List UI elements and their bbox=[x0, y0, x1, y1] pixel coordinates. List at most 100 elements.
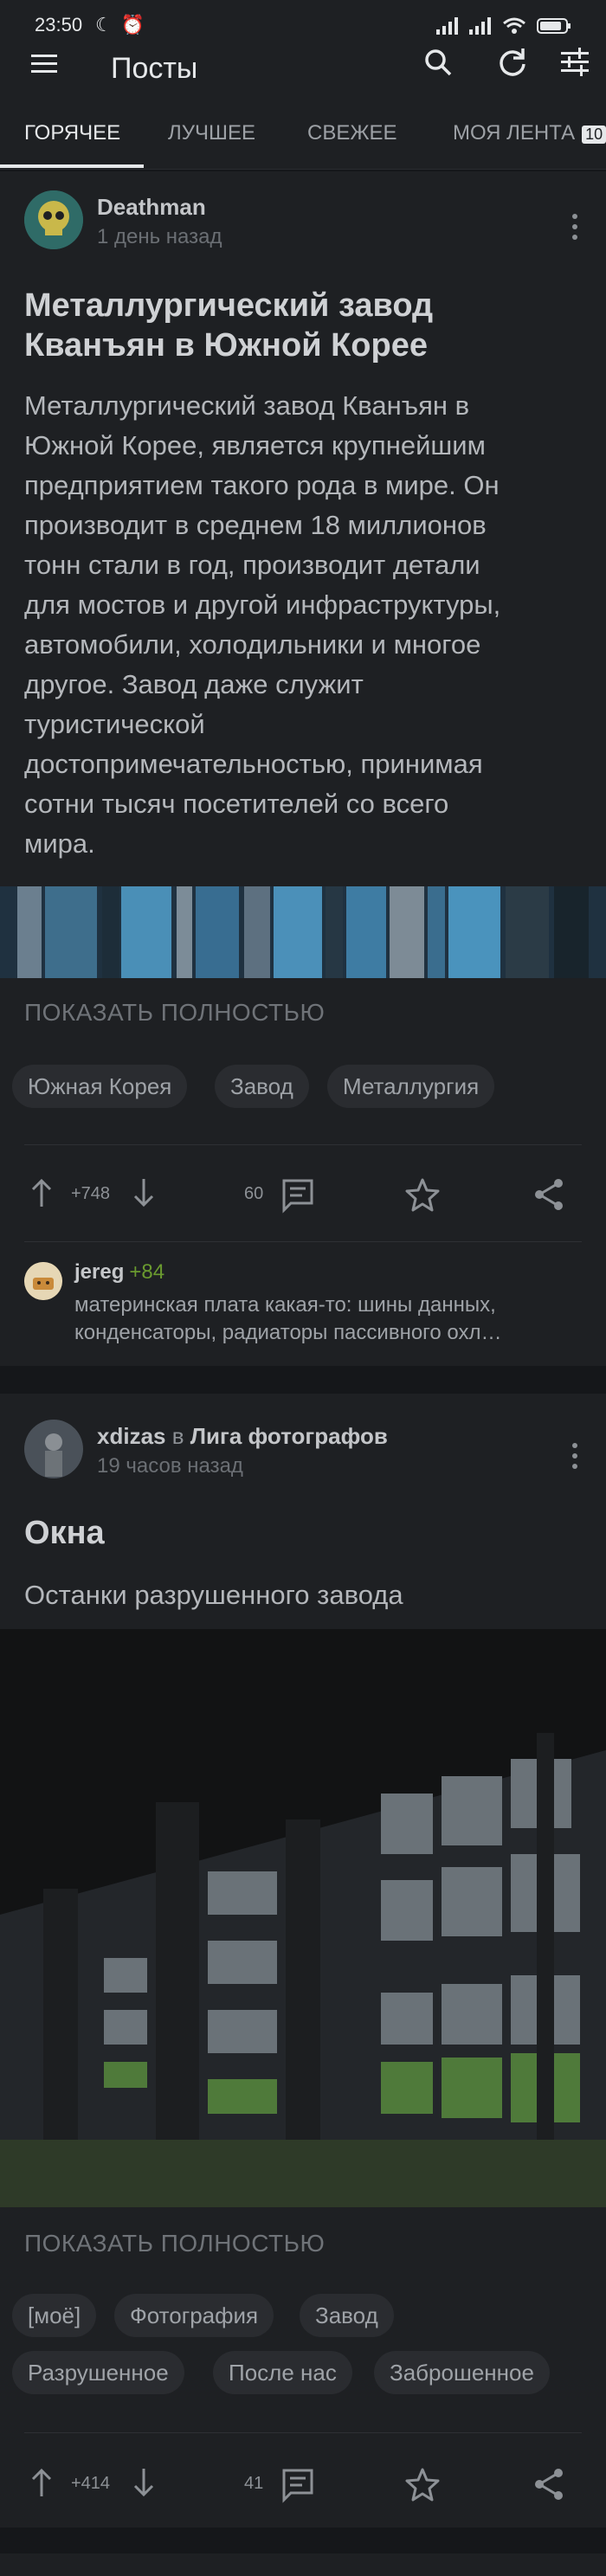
comments-count[interactable]: 60 bbox=[244, 1184, 263, 1204]
post-text-line: Металлургический завод Кванъян в bbox=[24, 390, 470, 421]
menu-button[interactable] bbox=[24, 43, 66, 85]
signal-icon bbox=[436, 17, 458, 35]
star-icon bbox=[405, 1178, 440, 1212]
status-right-icons bbox=[436, 16, 571, 36]
show-full-button[interactable]: ПОКАЗАТЬ ПОЛНОСТЬЮ bbox=[24, 2230, 325, 2257]
search-icon bbox=[425, 49, 452, 76]
avatar-photo-image bbox=[24, 1420, 83, 1478]
post-text: Останки разрушенного завода bbox=[24, 1575, 578, 1615]
tag-chip[interactable]: Фотография bbox=[114, 2294, 274, 2337]
comment-icon bbox=[282, 2469, 313, 2503]
page-title: Посты bbox=[111, 52, 198, 85]
tag-chip[interactable]: Разрушенное bbox=[12, 2351, 184, 2394]
post-title[interactable]: Окна bbox=[24, 1513, 105, 1553]
post-title[interactable]: Металлургический завод Кванъян в Южной К… bbox=[24, 286, 433, 365]
comment-text[interactable]: материнская плата какая-то: шины данных,… bbox=[74, 1291, 585, 1347]
tag-chip[interactable]: Южная Корея bbox=[12, 1065, 188, 1108]
signal-icon-2 bbox=[469, 17, 491, 35]
post-author-line: xdizas в Лига фотографов bbox=[97, 1423, 388, 1450]
post-title-line: Окна bbox=[24, 1515, 105, 1551]
tag-chip[interactable]: Металлургия bbox=[327, 1065, 495, 1108]
save-button[interactable] bbox=[403, 1175, 442, 1214]
post-author[interactable]: Deathman bbox=[97, 194, 206, 221]
filter-button[interactable] bbox=[554, 42, 596, 83]
share-button[interactable] bbox=[530, 1175, 568, 1214]
comment-text-line: материнская плата какая-то: шины данных, bbox=[74, 1293, 496, 1317]
arrow-up-icon bbox=[31, 1178, 52, 1207]
post-text-line: сотни тысяч посетителей со всего bbox=[24, 789, 449, 819]
arrow-up-icon bbox=[31, 2468, 52, 2496]
post-card: Deathman 1 день назад Металлургический з… bbox=[0, 171, 606, 1366]
vote-down-button[interactable] bbox=[126, 1174, 161, 1212]
post-image[interactable] bbox=[0, 886, 606, 978]
tab-best[interactable]: ЛУЧШЕЕ bbox=[168, 121, 255, 145]
avatar[interactable] bbox=[24, 190, 83, 249]
divider bbox=[24, 2432, 582, 2433]
comments-button[interactable] bbox=[279, 1175, 317, 1214]
community-prefix: в bbox=[171, 1423, 184, 1449]
search-button[interactable] bbox=[417, 42, 459, 83]
post-text-line: тонн стали в год, производит детали bbox=[24, 550, 480, 580]
post-text-line: другое. Завод даже служит bbox=[24, 669, 364, 699]
tag-chip[interactable]: Заброшенное bbox=[374, 2351, 550, 2394]
comment-rating: +84 bbox=[129, 1260, 165, 1284]
battery-icon bbox=[537, 18, 571, 34]
comment-author[interactable]: jereg +84 bbox=[74, 1260, 164, 1285]
divider bbox=[24, 1144, 582, 1145]
post-community[interactable]: Лига фотографов bbox=[190, 1423, 388, 1449]
feed-tabs: ГОРЯЧЕЕ ЛУЧШЕЕ СВЕЖЕЕ МОЯ ЛЕНТА 10 bbox=[0, 106, 606, 170]
comment-text-line: конденсаторы, радиаторы пассивного охл… bbox=[74, 1321, 502, 1344]
post-time: 1 день назад bbox=[97, 225, 222, 248]
show-full-button[interactable]: ПОКАЗАТЬ ПОЛНОСТЬЮ bbox=[24, 999, 325, 1027]
tab-hot[interactable]: ГОРЯЧЕЕ bbox=[24, 121, 120, 145]
post-text-line: для мостов и другой инфраструктуры, bbox=[24, 589, 501, 620]
post-text-line: мира. bbox=[24, 828, 95, 859]
tab-badge: 10 bbox=[582, 126, 606, 144]
vote-up-button[interactable] bbox=[24, 2463, 59, 2502]
post-text-line: Южной Корее, является крупнейшим bbox=[24, 430, 486, 460]
post-text-line: туристической bbox=[24, 709, 205, 739]
post-text-line: достопримечательностью, принимая bbox=[24, 749, 483, 779]
comment-avatar[interactable] bbox=[24, 1262, 62, 1300]
app-bar: Посты bbox=[0, 35, 606, 113]
avatar[interactable] bbox=[24, 1420, 83, 1478]
save-button[interactable] bbox=[403, 2465, 442, 2503]
comments-button[interactable] bbox=[279, 2465, 317, 2503]
tag-chip[interactable]: [моё] bbox=[12, 2294, 97, 2337]
vote-down-button[interactable] bbox=[126, 2463, 161, 2502]
tab-my-feed-label: МОЯ ЛЕНТА bbox=[453, 121, 576, 145]
post-menu-button[interactable] bbox=[564, 209, 585, 244]
comments-count[interactable]: 41 bbox=[244, 2474, 263, 2494]
comment-author-name: jereg bbox=[74, 1260, 125, 1284]
post-image[interactable] bbox=[0, 1629, 606, 2207]
comment-icon bbox=[282, 1179, 313, 1214]
post-text: Металлургический завод Кванъян в Южной К… bbox=[24, 386, 578, 864]
star-icon bbox=[405, 2468, 440, 2502]
tag-chip[interactable]: Завод bbox=[215, 1065, 309, 1108]
share-button[interactable] bbox=[530, 2465, 568, 2503]
post-menu-button[interactable] bbox=[564, 1439, 585, 1473]
more-vertical-icon bbox=[572, 1443, 577, 1469]
share-icon bbox=[535, 1179, 563, 1210]
ruined-factory-image bbox=[0, 1629, 606, 2207]
tab-fresh[interactable]: СВЕЖЕЕ bbox=[307, 121, 397, 145]
post-rating: +414 bbox=[71, 2474, 111, 2493]
post-title-line: Металлургический завод bbox=[24, 287, 434, 324]
post-title-line: Кванъян в Южной Корее bbox=[24, 327, 429, 364]
wifi-icon bbox=[503, 17, 525, 34]
avatar-image bbox=[24, 1262, 62, 1300]
post-text-line: предприятием такого рода в мире. Он bbox=[24, 470, 500, 500]
tag-chip[interactable]: Завод bbox=[300, 2294, 394, 2337]
avatar-skull-image bbox=[24, 190, 83, 249]
vote-up-button[interactable] bbox=[24, 1174, 59, 1212]
arrow-down-icon bbox=[133, 2469, 154, 2497]
tab-indicator bbox=[0, 164, 144, 168]
arrow-down-icon bbox=[133, 1179, 154, 1208]
filter-icon bbox=[561, 48, 589, 76]
tag-chip[interactable]: После нас bbox=[213, 2351, 352, 2394]
post-text-line: Останки разрушенного завода bbox=[24, 1580, 403, 1610]
refresh-button[interactable] bbox=[492, 42, 533, 83]
status-time: 23:50 bbox=[35, 14, 83, 35]
post-author[interactable]: xdizas bbox=[97, 1423, 166, 1449]
tab-my-feed[interactable]: МОЯ ЛЕНТА 10 bbox=[453, 121, 606, 145]
